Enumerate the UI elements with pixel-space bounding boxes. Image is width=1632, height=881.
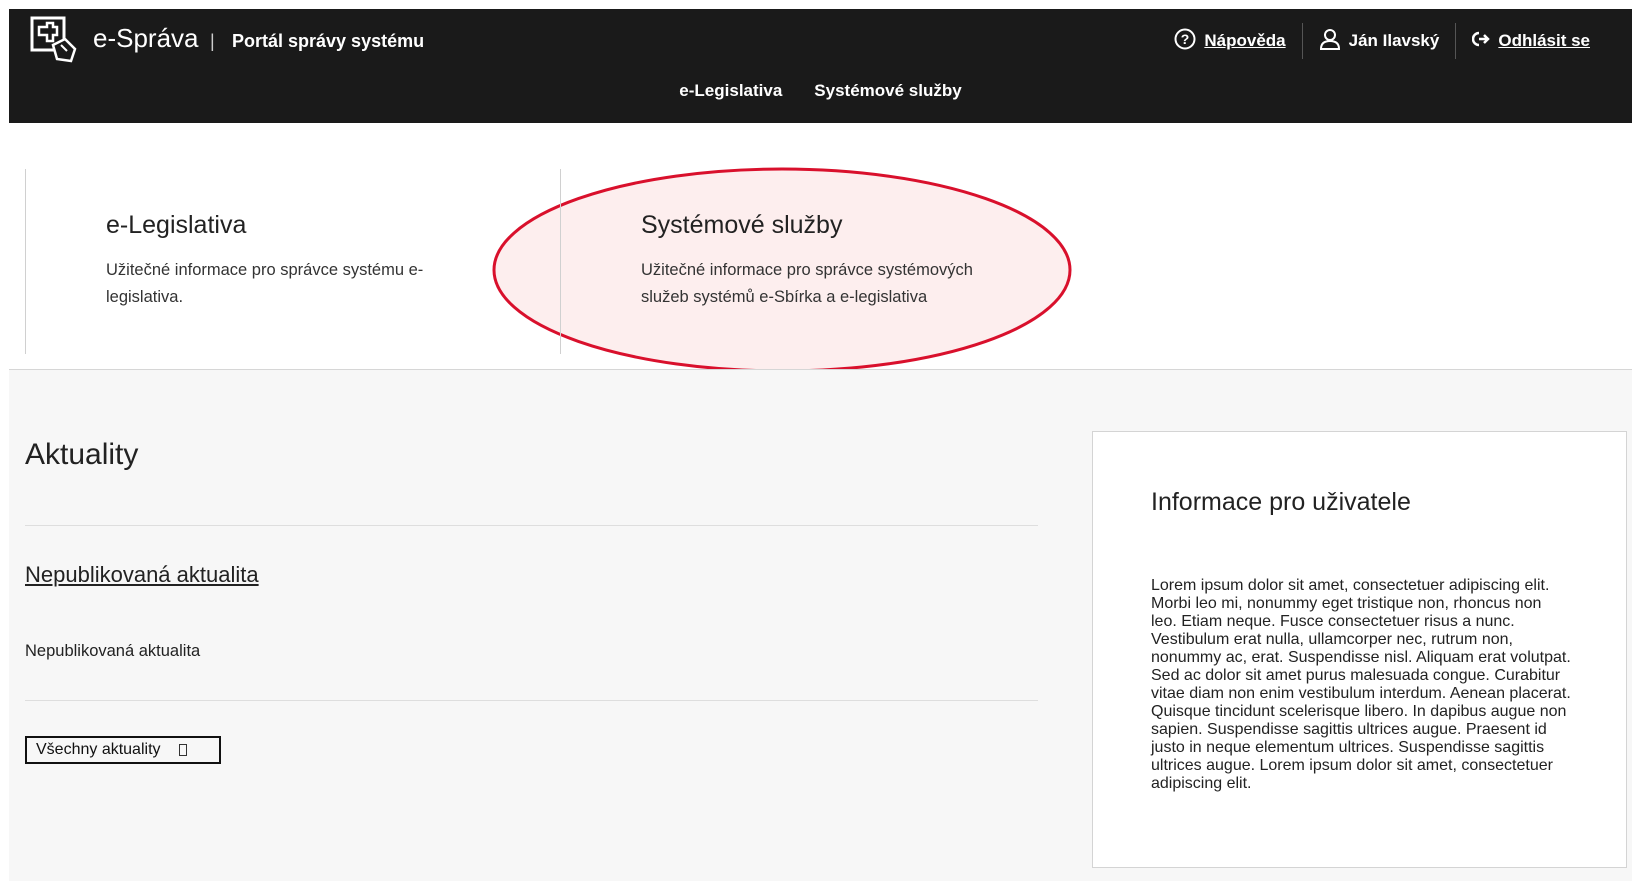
card-description: Užitečné informace pro správce systémový… — [641, 261, 973, 306]
divider — [25, 700, 1038, 701]
card-systemove-sluzby[interactable]: Systémové služby Užitečné informace pro … — [560, 169, 1120, 354]
nav-item-systemove-sluzby[interactable]: Systémové služby — [814, 81, 961, 101]
all-news-button-label: Všechny aktuality — [36, 741, 161, 758]
main-navigation: e-Legislativa Systémové služby — [9, 81, 1632, 101]
nav-item-e-legislativa[interactable]: e-Legislativa — [679, 81, 782, 101]
brand-separator: | — [210, 31, 215, 51]
card-e-legislativa[interactable]: e-Legislativa Užitečné informace pro spr… — [25, 169, 561, 354]
user-toolbar: ? Nápověda Ján Ilavský Odhlásit se — [1158, 21, 1606, 61]
info-text: Lorem ipsum dolor sit amet, consectetuer… — [1151, 577, 1571, 792]
top-header: e-Správa | Portál správy systému ? Nápov… — [9, 9, 1632, 123]
divider — [25, 525, 1038, 526]
help-link[interactable]: ? Nápověda — [1158, 23, 1301, 59]
svg-text:?: ? — [1181, 31, 1190, 47]
card-description: Užitečné informace pro správce systému e… — [106, 261, 424, 306]
logout-icon — [1472, 30, 1491, 53]
card-title[interactable]: e-Legislativa — [106, 211, 246, 240]
app-brand[interactable]: e-Správa — [93, 23, 199, 54]
news-title: Aktuality — [25, 438, 139, 471]
user-info-panel: Informace pro uživatele Lorem ipsum dolo… — [1092, 431, 1627, 868]
portal-subtitle: Portál správy systému — [232, 31, 425, 51]
user-name[interactable]: Ján Ilavský — [1349, 31, 1440, 51]
info-title: Informace pro uživatele — [1151, 488, 1411, 516]
help-icon: ? — [1174, 28, 1196, 55]
card-title[interactable]: Systémové služby — [641, 211, 842, 240]
news-item-text: Nepublikovaná aktualita — [25, 642, 201, 660]
user-profile[interactable]: Ján Ilavský — [1303, 23, 1456, 59]
user-icon — [1319, 28, 1341, 55]
app-logo-icon[interactable] — [29, 15, 81, 65]
news-item-link[interactable]: Nepublikovaná aktualita — [25, 562, 259, 588]
all-news-button[interactable]: Všechny aktuality — [25, 736, 221, 764]
logout-label[interactable]: Odhlásit se — [1498, 31, 1590, 51]
arrow-icon — [178, 744, 187, 756]
help-label[interactable]: Nápověda — [1204, 31, 1285, 51]
logout-link[interactable]: Odhlásit se — [1456, 23, 1606, 59]
